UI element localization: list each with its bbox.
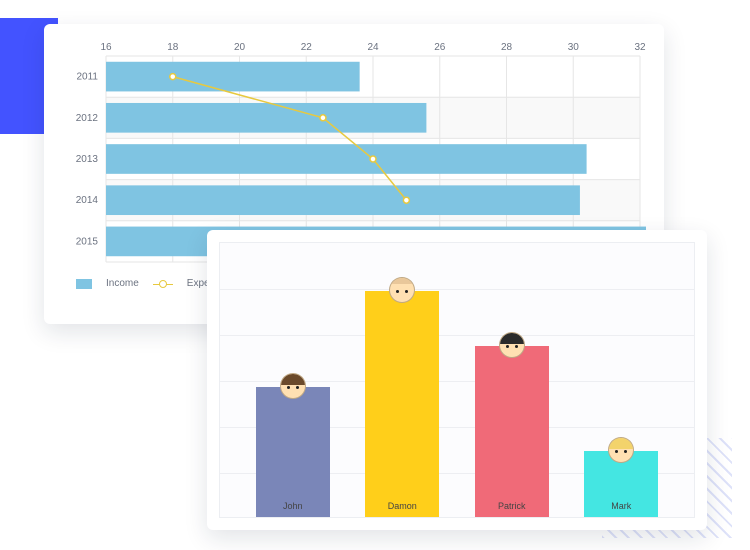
svg-text:16: 16 xyxy=(100,42,112,53)
legend-swatch-income xyxy=(76,279,92,289)
bar-label: Mark xyxy=(584,495,658,515)
svg-text:24: 24 xyxy=(367,42,379,53)
chart-b-plot: John Damon Patrick Mark xyxy=(219,242,695,518)
people-bar-chart-card: John Damon Patrick Mark xyxy=(207,230,707,530)
svg-text:28: 28 xyxy=(501,42,513,53)
svg-text:2012: 2012 xyxy=(76,113,99,124)
bar-label: Patrick xyxy=(475,495,549,515)
svg-text:32: 32 xyxy=(634,42,646,53)
bar-patrick: Patrick xyxy=(475,346,549,517)
svg-text:26: 26 xyxy=(434,42,446,53)
avatar-icon xyxy=(280,373,306,399)
svg-text:18: 18 xyxy=(167,42,179,53)
svg-text:30: 30 xyxy=(568,42,580,53)
svg-text:2013: 2013 xyxy=(76,154,99,165)
svg-text:20: 20 xyxy=(234,42,246,53)
svg-text:2015: 2015 xyxy=(76,236,99,247)
bar-label: Damon xyxy=(365,495,439,515)
svg-text:22: 22 xyxy=(301,42,313,53)
svg-text:2011: 2011 xyxy=(76,72,98,83)
bar-label: John xyxy=(256,495,330,515)
avatar-icon xyxy=(499,332,525,358)
bar-mark: Mark xyxy=(584,451,658,517)
avatar-icon xyxy=(389,277,415,303)
legend-marker-expenses xyxy=(153,279,173,289)
bar-damon: Damon xyxy=(365,291,439,517)
chart-b-bars: John Damon Patrick Mark xyxy=(220,243,694,517)
bar-john: John xyxy=(256,387,330,517)
avatar-icon xyxy=(608,437,634,463)
legend-label-income: Income xyxy=(106,278,139,289)
svg-text:2014: 2014 xyxy=(76,195,99,206)
